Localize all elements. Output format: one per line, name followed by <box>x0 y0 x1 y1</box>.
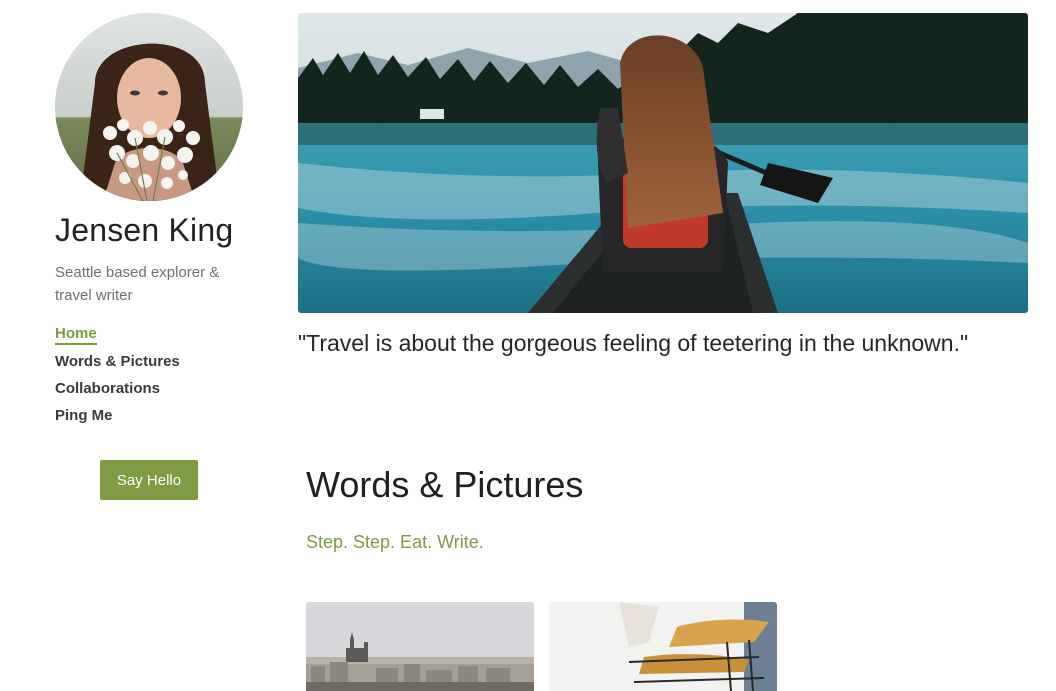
nav-item-words-pictures: Words & Pictures <box>55 352 180 379</box>
section-subtitle: Step. Step. Eat. Write. <box>306 532 484 552</box>
nav-link-words-pictures[interactable]: Words & Pictures <box>55 352 180 372</box>
paris-cityscape-photo-icon <box>306 602 534 691</box>
hero-image <box>298 13 1028 313</box>
post-thumbnail[interactable] <box>306 602 534 691</box>
portrait-photo-icon <box>55 13 243 201</box>
page: Jensen King Seattle based explorer & tra… <box>0 0 1056 691</box>
post-thumbnail[interactable] <box>549 602 777 691</box>
canoe-lake-photo-icon <box>298 13 1028 313</box>
food-dehydrator-photo-icon <box>549 602 777 691</box>
profile-name: Jensen King <box>55 212 234 248</box>
nav-item-collaborations: Collaborations <box>55 379 180 406</box>
hero-quote: "Travel is about the gorgeous feeling of… <box>298 330 969 356</box>
section-title: Words & Pictures <box>306 464 584 505</box>
say-hello-button[interactable]: Say Hello <box>100 460 198 500</box>
profile-bio: Seattle based explorer & travel writer <box>55 264 220 304</box>
nav-link-ping-me[interactable]: Ping Me <box>55 406 113 426</box>
nav-link-home[interactable]: Home <box>55 325 97 345</box>
avatar <box>55 13 243 201</box>
nav-link-collaborations[interactable]: Collaborations <box>55 379 160 399</box>
nav-item-ping-me: Ping Me <box>55 406 180 433</box>
sidebar: Jensen King Seattle based explorer & tra… <box>0 0 280 691</box>
main-nav: Home Words & Pictures Collaborations Pin… <box>55 325 180 433</box>
nav-item-home: Home <box>55 325 180 352</box>
